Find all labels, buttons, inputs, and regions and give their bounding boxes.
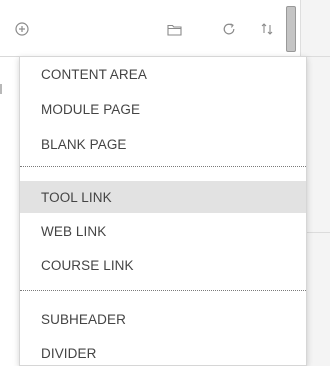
scroll-handle[interactable] bbox=[286, 6, 296, 52]
folder-icon[interactable] bbox=[165, 20, 183, 38]
menu-item-content-area[interactable]: CONTENT AREA bbox=[20, 58, 306, 90]
menu-item-divider[interactable]: DIVIDER bbox=[20, 337, 306, 365]
add-circle-icon[interactable] bbox=[13, 20, 31, 38]
app-frame: CONTENT AREA MODULE PAGE BLANK PAGE TOOL… bbox=[0, 0, 330, 366]
refresh-icon[interactable] bbox=[220, 20, 238, 38]
menu-item-subheader[interactable]: SUBHEADER bbox=[20, 303, 306, 335]
menu-item-tool-link[interactable]: TOOL LINK bbox=[20, 181, 306, 213]
menu-item-blank-page[interactable]: BLANK PAGE bbox=[20, 128, 306, 160]
menu-separator bbox=[20, 166, 306, 167]
menu-item-course-link[interactable]: COURSE LINK bbox=[20, 249, 306, 281]
course-menu-toolbar bbox=[0, 0, 300, 57]
menu-item-web-link[interactable]: WEB LINK bbox=[20, 215, 306, 247]
menu-separator bbox=[20, 290, 306, 291]
menu-item-module-page[interactable]: MODULE PAGE bbox=[20, 93, 306, 125]
add-menu-item-dropdown: CONTENT AREA MODULE PAGE BLANK PAGE TOOL… bbox=[19, 56, 307, 366]
left-edge-marker bbox=[0, 84, 2, 94]
sort-icon[interactable] bbox=[258, 20, 276, 38]
